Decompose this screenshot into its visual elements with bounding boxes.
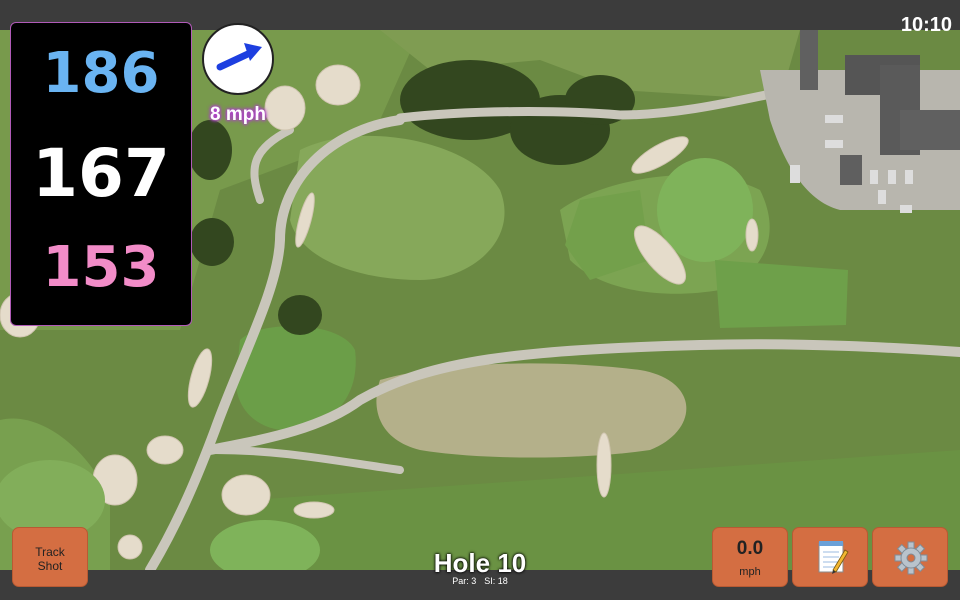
- speed-unit: mph: [739, 566, 761, 578]
- distance-panel: 186 167 153: [10, 22, 192, 326]
- notes-button[interactable]: [792, 527, 868, 587]
- speed-value: 0.0: [736, 538, 764, 559]
- wind-speed-label: 8 mph: [210, 104, 266, 125]
- arrow-icon: [216, 43, 262, 71]
- front-distance: 153: [42, 235, 160, 300]
- track-shot-label-line2: Shot: [37, 559, 63, 573]
- hole-par: Par: 3: [452, 576, 477, 586]
- hole-title: Hole 10: [433, 548, 527, 578]
- track-shot-label-line1: Track: [35, 545, 65, 559]
- middle-distance: 167: [32, 135, 170, 212]
- status-time: 10:10: [900, 14, 952, 36]
- back-distance: 186: [42, 41, 160, 106]
- hole-stroke-index: SI: 18: [484, 576, 508, 586]
- gear-icon: [894, 541, 928, 575]
- track-shot-button[interactable]: Track Shot: [12, 527, 88, 587]
- settings-button[interactable]: [872, 527, 948, 587]
- hole-info: Par: 3 SI: 18: [380, 576, 580, 586]
- wind-direction-indicator: [202, 23, 274, 95]
- speed-button[interactable]: 0.0 mph: [712, 527, 788, 587]
- notepad-icon: [818, 541, 849, 574]
